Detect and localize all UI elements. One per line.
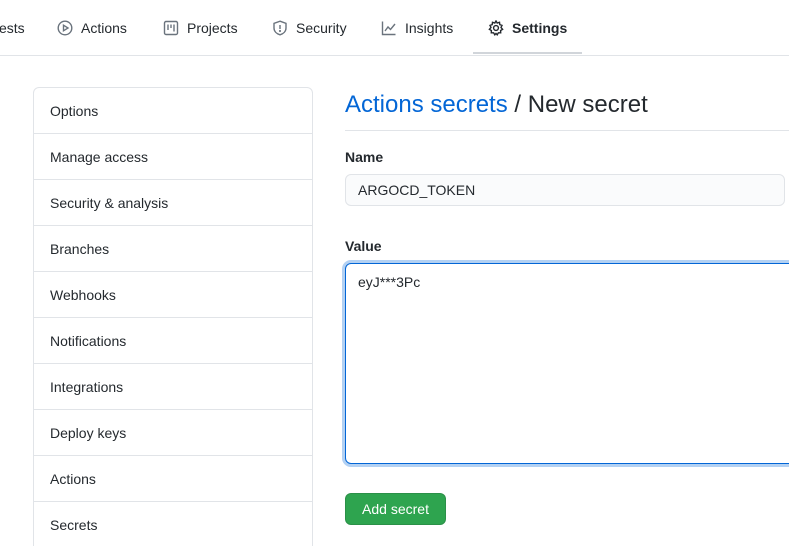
settings-sidebar: Options Manage access Security & analysi…	[33, 87, 313, 546]
tab-label: Settings	[512, 20, 568, 36]
sidebar-item-label: Security & analysis	[50, 194, 169, 211]
gear-icon	[488, 20, 504, 36]
sidebar-item-label: Notifications	[50, 332, 127, 349]
tab-security[interactable]: Security	[272, 0, 347, 56]
new-secret-form: Actions secrets / New secret Name Value …	[345, 87, 789, 525]
tab-pull-requests[interactable]: ests	[0, 0, 25, 56]
sidebar-item-manage-access[interactable]: Manage access	[34, 134, 312, 180]
sidebar-item-deploy-keys[interactable]: Deploy keys	[34, 410, 312, 456]
repo-tab-nav: ests Actions Projects Security Insights …	[0, 0, 789, 56]
graph-icon	[381, 20, 397, 36]
tab-label: Security	[296, 20, 347, 36]
tab-label: Insights	[405, 20, 454, 36]
sidebar-item-notifications[interactable]: Notifications	[34, 318, 312, 364]
sidebar-item-options[interactable]: Options	[34, 88, 312, 134]
add-secret-button[interactable]: Add secret	[345, 493, 446, 525]
breadcrumb-current: New secret	[527, 91, 648, 118]
tab-projects[interactable]: Projects	[163, 0, 238, 56]
tab-label: ests	[0, 20, 25, 36]
project-board-icon	[163, 20, 179, 36]
secret-value-textarea[interactable]: eyJ***3Pc	[345, 263, 789, 464]
sidebar-item-label: Integrations	[50, 378, 124, 395]
sidebar-item-branches[interactable]: Branches	[34, 226, 312, 272]
sidebar-item-label: Deploy keys	[50, 424, 127, 441]
tab-label: Projects	[187, 20, 238, 36]
value-label: Value	[345, 238, 382, 254]
tab-settings[interactable]: Settings	[488, 0, 567, 56]
tab-insights[interactable]: Insights	[381, 0, 453, 56]
sidebar-item-label: Secrets	[50, 517, 98, 533]
tab-label: Actions	[81, 20, 127, 36]
sidebar-item-label: Manage access	[50, 148, 149, 165]
page-title: Actions secrets / New secret	[345, 87, 789, 131]
shield-icon	[272, 20, 288, 36]
sidebar-item-actions[interactable]: Actions	[34, 456, 312, 502]
selected-tab-underline	[473, 52, 582, 54]
secret-name-input[interactable]	[345, 174, 785, 206]
play-circle-icon	[57, 20, 73, 36]
tab-actions[interactable]: Actions	[57, 0, 127, 56]
sidebar-item-label: Actions	[50, 470, 96, 487]
sidebar-item-label: Options	[50, 102, 99, 119]
name-label: Name	[345, 149, 384, 165]
breadcrumb-separator: /	[507, 91, 528, 118]
sidebar-item-integrations[interactable]: Integrations	[34, 364, 312, 410]
breadcrumb-actions-secrets-link[interactable]: Actions secrets	[345, 91, 508, 118]
sidebar-item-webhooks[interactable]: Webhooks	[34, 272, 312, 318]
sidebar-item-security-analysis[interactable]: Security & analysis	[34, 180, 312, 226]
sidebar-item-secrets[interactable]: Secrets	[34, 502, 312, 546]
sidebar-item-label: Webhooks	[50, 286, 116, 303]
sidebar-item-label: Branches	[50, 240, 110, 257]
